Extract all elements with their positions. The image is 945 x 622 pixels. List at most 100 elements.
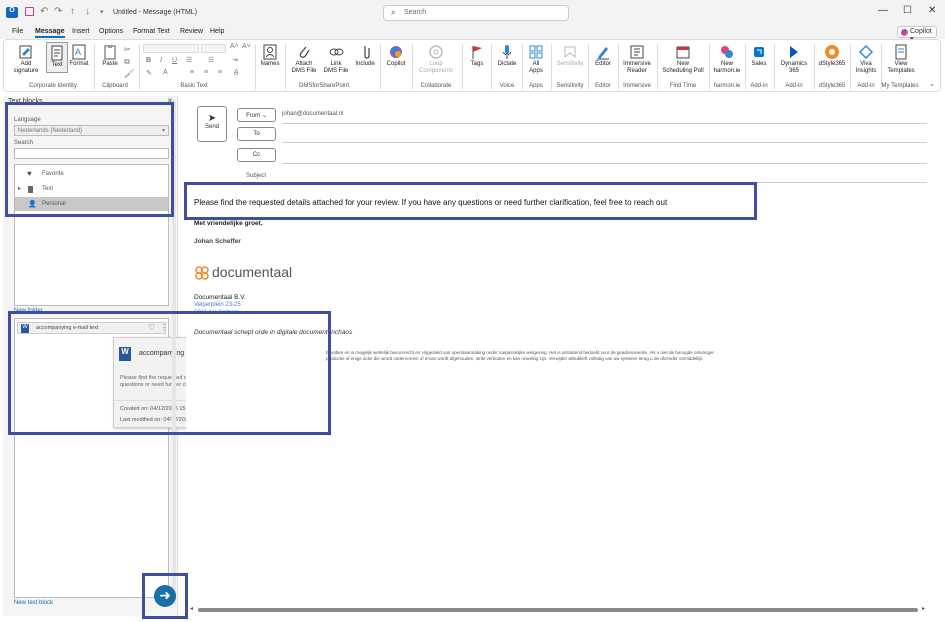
dstyle365-button[interactable]: dStyle365	[816, 44, 848, 68]
dictate-button[interactable]: Dictate	[493, 44, 521, 68]
address-line-1: Velperplein 23-25	[194, 302, 241, 308]
group-sensitivity: Sensitivity	[556, 83, 584, 89]
font-name-dropdown[interactable]	[143, 44, 199, 53]
paste-label: Paste	[102, 61, 118, 67]
styles-icon[interactable]: A̲	[234, 69, 239, 76]
menu-file[interactable]: File	[12, 28, 23, 35]
copilot-ribbon-button[interactable]: Copilot	[382, 44, 410, 68]
align-center-icon[interactable]: ≡	[204, 69, 208, 76]
scroll-left-icon[interactable]: ◂	[190, 605, 193, 612]
copy-icon[interactable]: ⧉	[124, 57, 130, 67]
company-name: Documentaal B.V.	[194, 294, 246, 301]
font-size-dropdown[interactable]	[201, 44, 226, 53]
paste-button[interactable]: Paste	[99, 44, 121, 68]
new-text-block-link[interactable]: New text block	[14, 600, 53, 606]
group-corporate-identity: Corporate Identity	[29, 83, 77, 89]
to-input[interactable]	[282, 127, 927, 141]
italic-icon[interactable]: I	[160, 57, 162, 64]
viva-insights-button[interactable]: Viva Insights	[852, 44, 880, 75]
numbering-icon[interactable]: ☰	[208, 56, 214, 64]
from-label: From	[246, 113, 261, 119]
all-apps-button[interactable]: All Apps	[524, 44, 548, 75]
search-box[interactable]: ⌕ Search	[383, 5, 569, 21]
dynamics-365-button[interactable]: Dynamics 365	[776, 44, 812, 75]
shrink-font-icon[interactable]: A˅	[242, 43, 251, 50]
to-button[interactable]: To	[237, 127, 276, 141]
customize-qat-icon[interactable]: ▾	[100, 8, 104, 16]
bullets-icon[interactable]: ☰	[186, 56, 192, 64]
arrow-down-icon[interactable]: ↓	[85, 6, 90, 17]
sales-button[interactable]: Sales	[747, 44, 771, 68]
cc-input[interactable]	[282, 148, 927, 162]
cc-button[interactable]: Cc	[237, 148, 276, 162]
save-icon[interactable]	[25, 7, 34, 16]
highlight-icon[interactable]: ✎	[146, 69, 152, 77]
group-dstyle365: dStyle365	[818, 83, 846, 89]
sensitivity-button[interactable]: Sensitivity	[553, 44, 587, 68]
insert-text-block-button[interactable]: ➜	[154, 585, 176, 607]
add-signature-label: Add signature	[13, 61, 39, 74]
include-button[interactable]: Include	[352, 44, 378, 68]
grow-font-icon[interactable]: A˄	[230, 43, 239, 50]
attach-dms-file-button[interactable]: Attach DMS File	[287, 44, 321, 75]
chevron-down-icon: ⌄	[261, 113, 267, 119]
names-button[interactable]: Names	[258, 44, 282, 68]
redo-icon[interactable]: ↷	[54, 6, 62, 17]
from-button[interactable]: From ⌄	[237, 108, 276, 122]
viva-icon	[858, 44, 874, 60]
harmonie-icon	[721, 46, 733, 58]
menu-help[interactable]: Help	[210, 28, 224, 35]
link-dms-file-button[interactable]: Link DMS File	[321, 44, 351, 75]
undo-icon[interactable]: ↶	[40, 6, 48, 17]
cc-label: Cc	[252, 152, 261, 158]
text-button[interactable]: Text	[46, 42, 68, 73]
view-templates-button[interactable]: View Templates	[883, 44, 919, 75]
greeting: Met vriendelijke groet,	[194, 220, 263, 227]
subject-input[interactable]	[282, 169, 927, 181]
align-left-icon[interactable]: ≡	[190, 69, 194, 76]
menu-insert[interactable]: Insert	[72, 28, 90, 35]
font-color-icon[interactable]: A	[163, 69, 168, 76]
group-voice: Voice	[499, 83, 515, 89]
svg-text:A: A	[75, 47, 81, 57]
editor-button[interactable]: Editor	[590, 44, 616, 68]
menu-bar: File Message Insert Options Format Text …	[0, 26, 945, 39]
menu-format-text[interactable]: Format Text	[133, 28, 170, 35]
ribbon-expand-icon[interactable]: ⌄	[929, 80, 935, 88]
tags-button[interactable]: Tags	[465, 44, 489, 68]
copilot-label: Copilot	[910, 28, 932, 35]
arrow-up-icon[interactable]: ↑	[70, 6, 75, 17]
align-right-icon[interactable]: ≡	[218, 69, 222, 76]
from-value: johan@documentaal.nl	[282, 111, 344, 117]
format-button[interactable]: A Format	[68, 44, 90, 68]
apps-icon	[529, 45, 543, 59]
menu-options[interactable]: Options	[99, 28, 123, 35]
loop-icon	[429, 45, 443, 59]
copilot-button[interactable]: Copilot ▾	[897, 26, 937, 43]
close-button[interactable]: ✕	[928, 5, 936, 16]
underline-icon[interactable]: U	[172, 57, 177, 64]
send-button[interactable]: ➤ Send	[197, 106, 227, 142]
maximize-button[interactable]: ☐	[903, 5, 912, 16]
outlook-icon: O	[6, 7, 18, 18]
group-basic-text: Basic Text	[180, 83, 208, 89]
group-dmsforsharepoint: DMSforSharePoint	[298, 83, 350, 89]
all-apps-label: All Apps	[529, 61, 543, 74]
new-harmonie-button[interactable]: New harmon.ie	[711, 44, 743, 75]
new-scheduling-poll-button[interactable]: New Scheduling Poll	[659, 44, 707, 75]
cut-icon[interactable]: ✂	[124, 45, 131, 54]
horizontal-scrollbar[interactable]	[198, 608, 918, 612]
sensitivity-label: Sensitivity	[556, 61, 584, 67]
format-painter-icon[interactable]: 🖌	[124, 69, 134, 78]
indent-icon[interactable]: ⇥	[232, 56, 238, 64]
menu-review[interactable]: Review	[180, 28, 203, 35]
add-signature-button[interactable]: Add signature	[10, 44, 42, 75]
scroll-right-icon[interactable]: ▸	[922, 605, 925, 612]
minimize-button[interactable]: —	[878, 5, 888, 16]
immersive-reader-button[interactable]: Immersive Reader	[620, 44, 654, 75]
bold-icon[interactable]: B	[146, 57, 151, 64]
menu-message[interactable]: Message	[35, 28, 65, 38]
loop-components-button[interactable]: Loop Components	[414, 44, 458, 75]
highlight-body-text	[184, 182, 757, 220]
attach-dms-label: Attach DMS File	[291, 61, 317, 74]
